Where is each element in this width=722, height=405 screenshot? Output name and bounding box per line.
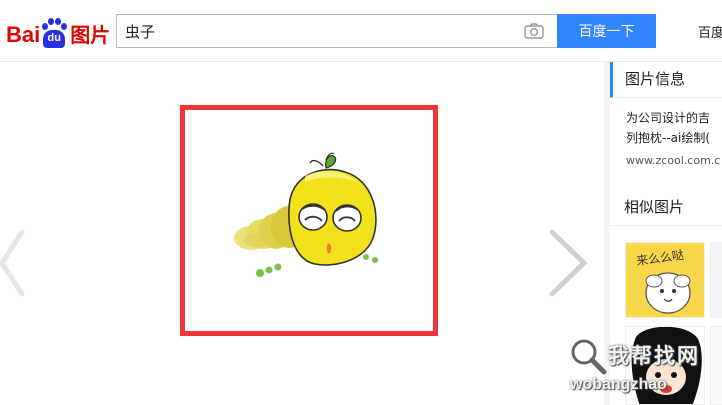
logo-bai-text: Bai	[6, 22, 41, 47]
logo-tupian-text: 图片	[70, 23, 111, 47]
watermark-title: 我帮找网	[608, 344, 700, 368]
image-info-desc-line1: 为公司设计的吉	[626, 111, 711, 125]
baidu-home-link[interactable]: 百度	[698, 22, 722, 41]
search-input[interactable]	[117, 15, 507, 47]
next-arrow-icon[interactable]	[548, 228, 588, 298]
similar-images-title: 相似图片	[610, 190, 722, 226]
image-info-title: 图片信息	[610, 62, 722, 98]
search-button[interactable]: 百度一下	[557, 14, 656, 48]
previous-arrow-icon[interactable]	[0, 228, 40, 298]
camera-icon[interactable]	[524, 23, 544, 39]
image-info-panel: 图片信息 为公司设计的吉 列抱枕--ai绘制( www.zcool.com.c	[610, 62, 722, 182]
search-box	[116, 14, 558, 48]
image-info-description[interactable]: 为公司设计的吉 列抱枕--ai绘制(	[626, 108, 722, 148]
watermark-domain: wobangzhao	[570, 376, 667, 393]
logo-du-text: du	[43, 30, 66, 48]
top-bar: Bai du 图片 百度一下 百度	[0, 0, 722, 62]
similar-thumbnail[interactable]	[710, 242, 722, 318]
site-watermark: 我帮找网 wobangzhao	[564, 336, 722, 400]
image-info-desc-line2: 列抱枕--ai绘制(	[626, 131, 711, 145]
similar-thumbnail[interactable]: 来么么哒	[625, 242, 705, 318]
baidu-logo[interactable]: Bai du 图片	[6, 12, 110, 48]
image-source-url[interactable]: www.zcool.com.c	[626, 154, 720, 167]
magnifier-icon	[568, 336, 608, 376]
paw-icon: du	[41, 18, 68, 48]
caterpillar-illustration	[234, 152, 378, 277]
main-image[interactable]	[180, 105, 438, 336]
